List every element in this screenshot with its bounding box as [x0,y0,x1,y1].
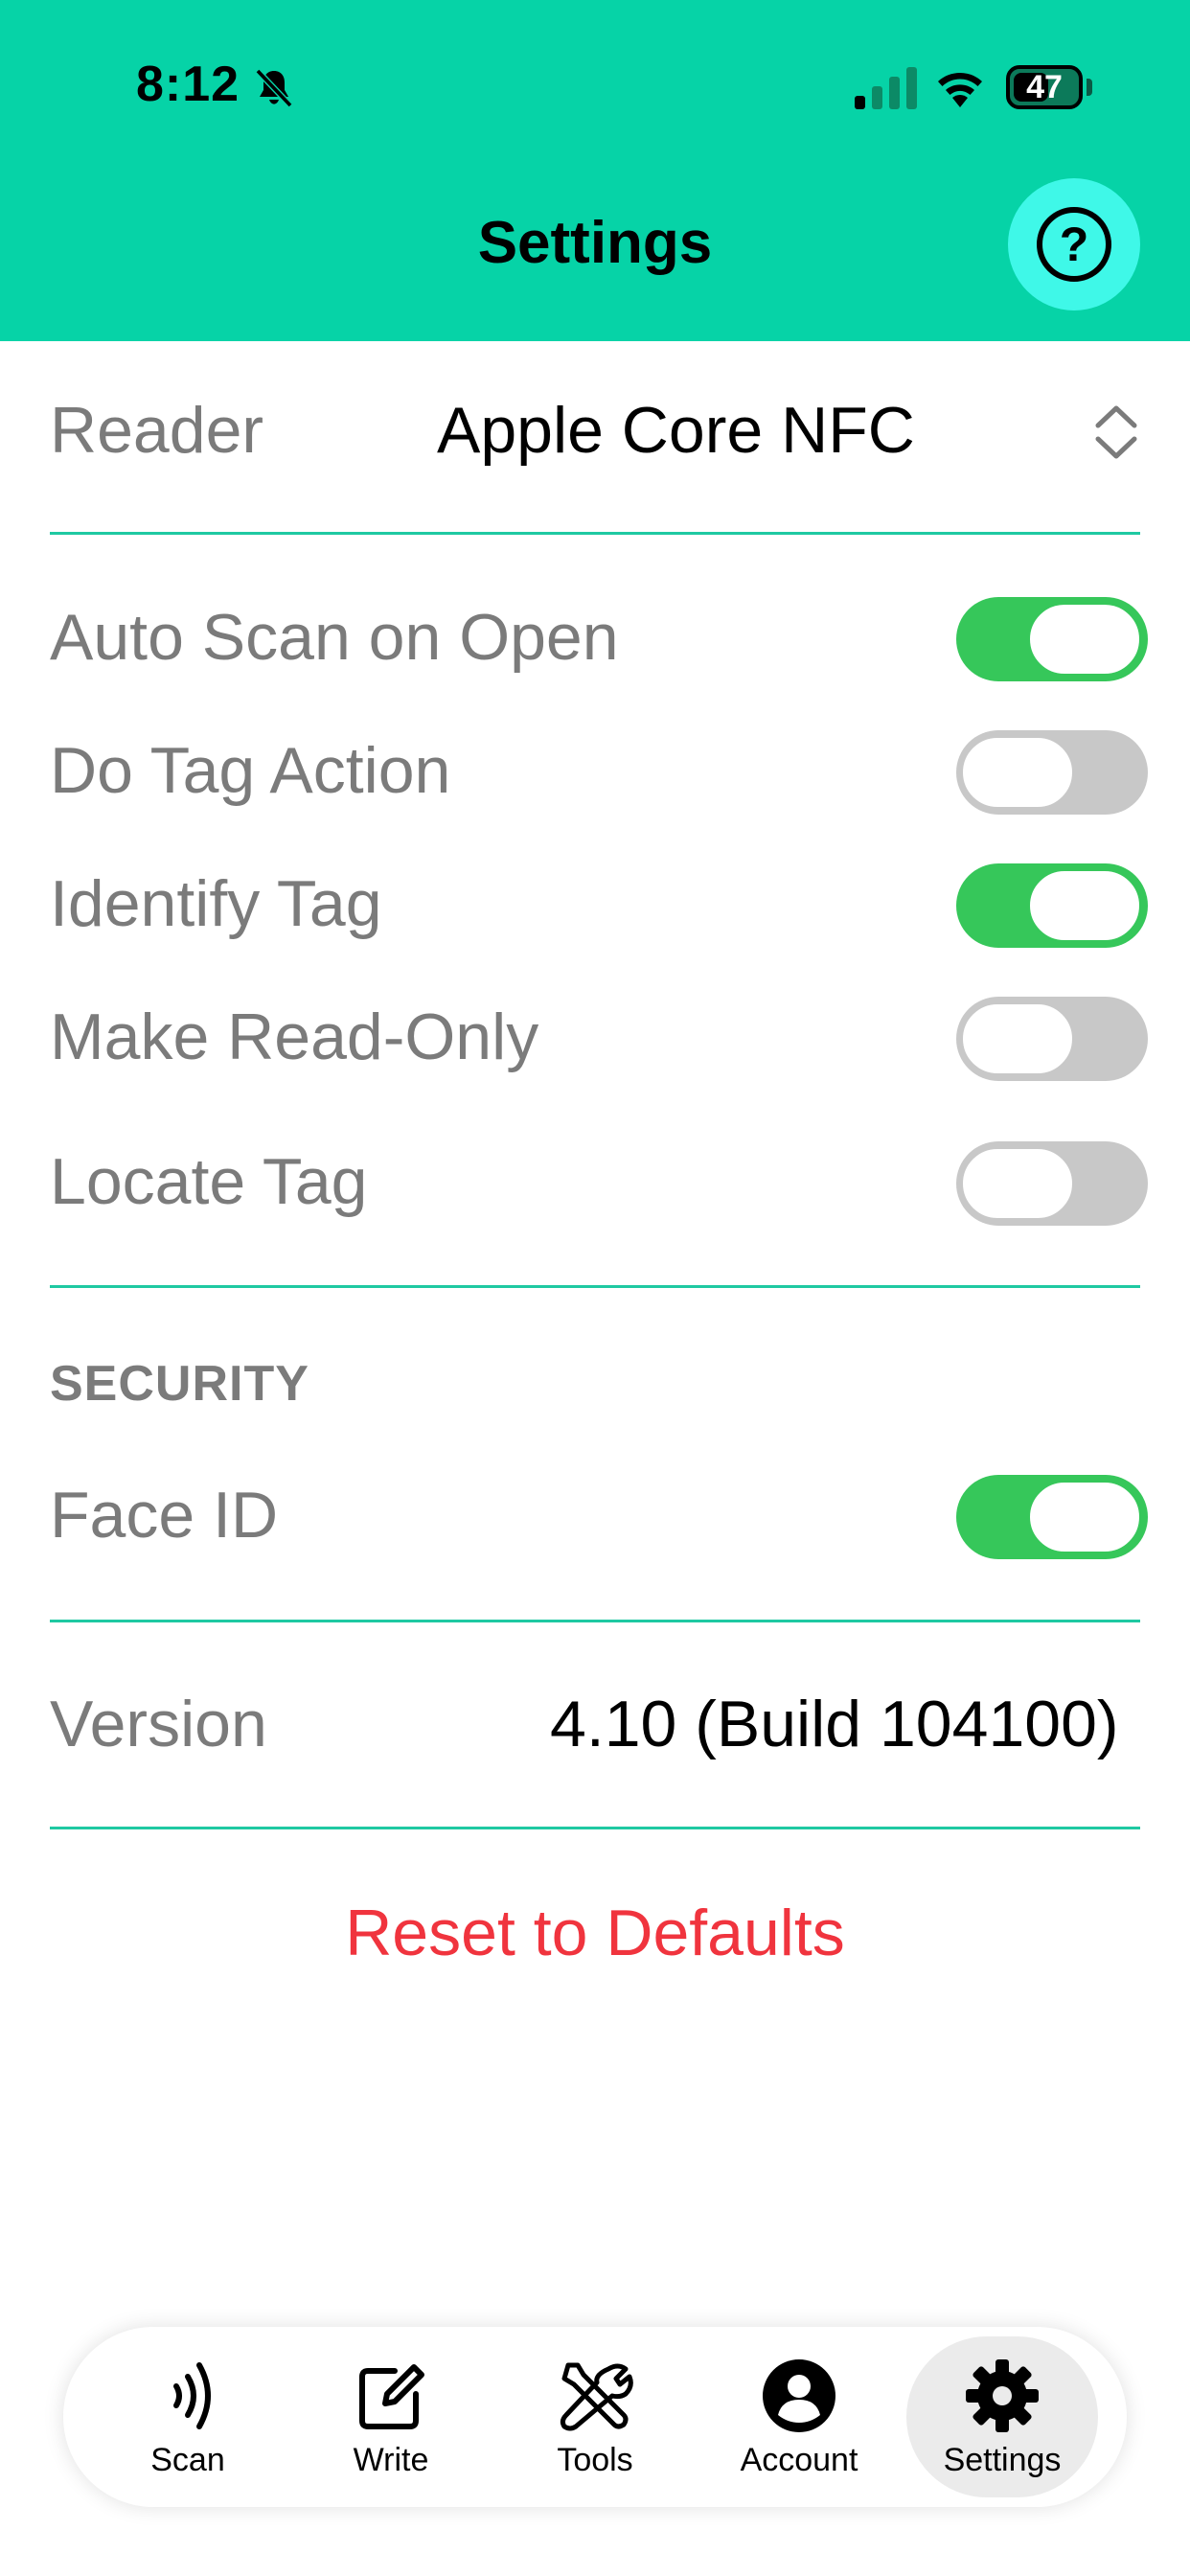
cellular-signal-icon [855,67,917,109]
tab-tools[interactable]: Tools [499,2336,691,2497]
reader-label: Reader [50,394,264,467]
do-tag-action-toggle[interactable] [956,730,1148,815]
divider [50,1827,1140,1829]
divider [50,1285,1140,1288]
tools-icon [560,2362,633,2431]
edit-icon [359,2364,424,2429]
tab-account[interactable]: Account [703,2336,895,2497]
wifi-icon [938,73,982,107]
help-button[interactable]: ? [1008,178,1140,310]
locate-tag-toggle[interactable] [956,1141,1148,1226]
face-id-toggle[interactable] [956,1475,1148,1559]
tab-settings-label: Settings [943,2442,1062,2478]
status-time: 8:12 [136,57,240,112]
tab-scan[interactable]: Scan [92,2336,284,2497]
version-label: Version [50,1688,267,1760]
version-value: 4.10 (Build 104100) [550,1688,1119,1760]
security-section-header: SECURITY [50,1356,309,1412]
identify-tag-label: Identify Tag [50,867,382,940]
tab-write-label: Write [353,2442,429,2478]
make-read-only-label: Make Read-Only [50,1000,539,1073]
nfc-waves-icon [173,2362,211,2429]
header-bar: 8:12 47 Settings ? [0,0,1190,341]
divider [50,532,1140,535]
divider [50,1620,1140,1622]
bell-muted-icon [255,68,293,108]
question-circle-icon: ? [1037,207,1111,282]
auto-scan-label: Auto Scan on Open [50,601,619,674]
do-tag-action-label: Do Tag Action [50,734,451,807]
battery-level: 47 [1026,69,1063,105]
reader-select[interactable]: Apple Core NFC [437,393,915,468]
tab-tools-label: Tools [557,2442,633,2478]
tab-scan-label: Scan [150,2442,225,2478]
auto-scan-toggle[interactable] [956,597,1148,681]
locate-tag-label: Locate Tag [50,1145,368,1218]
gear-icon [966,2359,1039,2432]
make-read-only-toggle[interactable] [956,997,1148,1081]
account-icon [763,2359,835,2432]
tab-settings[interactable]: Settings [906,2336,1098,2497]
face-id-label: Face ID [50,1479,279,1552]
tab-account-label: Account [740,2442,858,2478]
tab-write[interactable]: Write [295,2336,487,2497]
identify-tag-toggle[interactable] [956,863,1148,948]
chevron-updown-icon[interactable] [1092,401,1140,464]
battery-icon: 47 [1006,65,1083,109]
reset-to-defaults-button[interactable]: Reset to Defaults [0,1896,1190,1970]
